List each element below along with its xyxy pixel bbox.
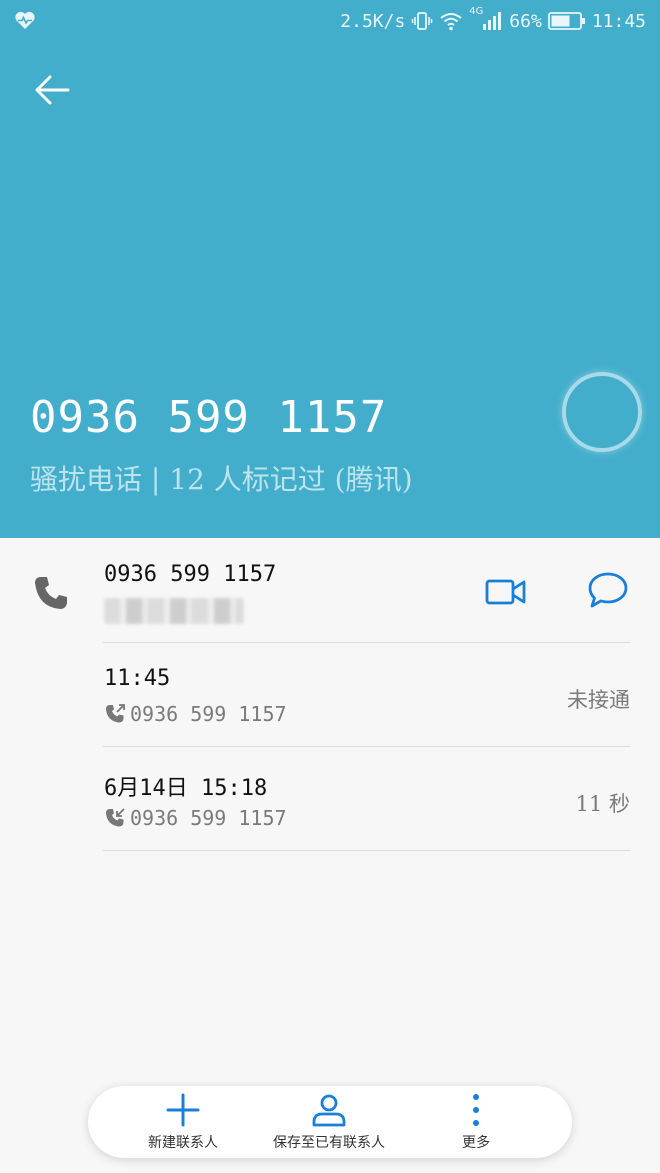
plus-icon [166, 1093, 200, 1127]
arrow-left-icon [35, 75, 70, 105]
wifi-icon [439, 11, 463, 31]
contact-location-redacted [104, 598, 244, 624]
battery-icon [547, 11, 586, 31]
call-number: 0936 599 1157 [130, 806, 287, 830]
video-call-icon [485, 579, 526, 605]
new-contact-button[interactable]: 新建联系人 [136, 1092, 230, 1152]
caller-number: 0936 599 1157 [30, 392, 388, 443]
contact-number: 0936 599 1157 [104, 562, 277, 587]
signal-icon: 4G [469, 6, 503, 32]
call-time: 11:45 [104, 666, 171, 691]
person-icon [312, 1094, 346, 1127]
message-icon [588, 572, 628, 608]
more-vertical-icon [473, 1094, 479, 1126]
spam-tag: 骚扰电话 | 12 人标记过 (腾讯) [30, 463, 413, 496]
back-button[interactable] [28, 66, 76, 114]
phone-icon [30, 572, 72, 614]
save-to-existing-label: 保存至已有联系人 [273, 1135, 385, 1151]
more-button[interactable]: 更多 [448, 1092, 504, 1152]
outgoing-call-icon [106, 704, 125, 723]
call-number: 0936 599 1157 [130, 702, 287, 726]
divider [103, 850, 631, 851]
call-status: 未接通 [567, 688, 630, 712]
caller-avatar [562, 372, 642, 452]
divider [103, 642, 631, 643]
status-bar: 2.5K/s 4G 66% 11:45 [0, 0, 660, 44]
divider [103, 746, 631, 747]
message-button[interactable] [586, 568, 630, 612]
new-contact-label: 新建联系人 [148, 1135, 218, 1151]
call-detail: 0936 599 1157 [104, 702, 287, 726]
call-detail: 0936 599 1157 [104, 806, 287, 830]
caller-header: 2.5K/s 4G 66% 11:45 0936 599 1157 骚扰电话 |… [0, 0, 660, 538]
save-to-existing-button[interactable]: 保存至已有联系人 [258, 1092, 400, 1152]
more-label: 更多 [462, 1135, 490, 1151]
video-call-button[interactable] [484, 570, 528, 614]
net-speed: 2.5K/s [340, 10, 406, 32]
incoming-call-icon [106, 808, 125, 827]
health-icon [14, 10, 36, 34]
bottom-action-bar: 新建联系人 保存至已有联系人 更多 [88, 1086, 572, 1158]
vibrate-icon [411, 10, 433, 32]
battery-percent: 66% [509, 10, 542, 32]
status-time: 11:45 [591, 10, 646, 32]
call-time: 6月14日 15:18 [104, 776, 268, 801]
call-log-item[interactable]: 11:45 0936 599 1157 未接通 [0, 644, 660, 748]
call-duration: 11 秒 [575, 792, 630, 816]
call-log-item[interactable]: 6月14日 15:18 0936 599 1157 11 秒 [0, 748, 660, 852]
contact-number-row[interactable] [0, 538, 660, 642]
